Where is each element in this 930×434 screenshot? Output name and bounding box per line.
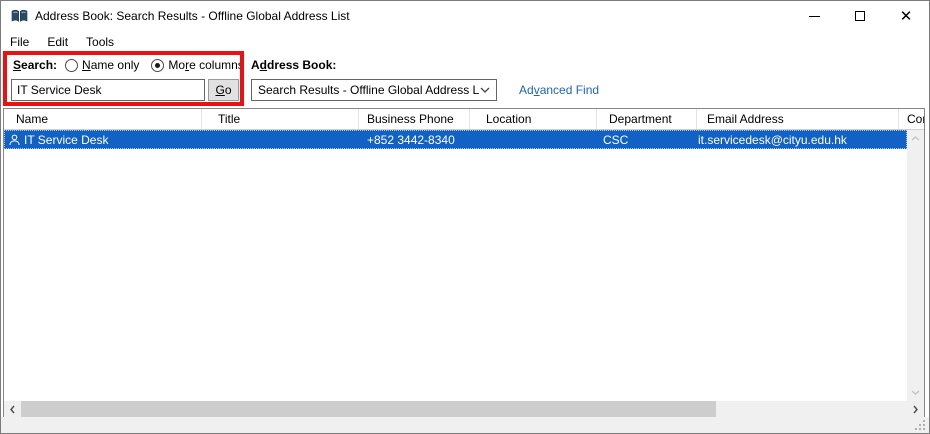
go-button[interactable]: Go <box>208 79 239 101</box>
search-input[interactable] <box>11 79 205 101</box>
row-name-text: IT Service Desk <box>24 133 108 147</box>
column-header-department[interactable]: Department <box>597 109 697 129</box>
chevron-right-icon <box>913 405 918 414</box>
window-controls: ✕ <box>791 1 929 31</box>
address-book-window: Address Book: Search Results - Offline G… <box>0 0 930 434</box>
radio-more-columns-icon <box>151 59 164 72</box>
minimize-icon <box>809 16 820 17</box>
person-icon <box>9 134 20 146</box>
address-book-select[interactable]: Search Results - Offline Global Address … <box>251 79 497 101</box>
scroll-up-button[interactable] <box>907 130 924 147</box>
column-header-name[interactable]: Name <box>4 109 202 129</box>
close-button[interactable]: ✕ <box>883 1 929 31</box>
chevron-down-icon <box>911 390 920 395</box>
row-email-cell: it.servicedesk@cityu.edu.hk <box>697 133 899 147</box>
window-title: Address Book: Search Results - Offline G… <box>35 9 350 23</box>
menubar: File Edit Tools <box>1 31 929 53</box>
table-row[interactable]: IT Service Desk +852 3442-8340 CSC it.se… <box>4 130 907 149</box>
minimize-button[interactable] <box>791 1 837 31</box>
horizontal-scrollbar-thumb[interactable] <box>21 401 716 418</box>
radio-more-columns-label: More columns <box>168 58 243 72</box>
column-header-email-address[interactable]: Email Address <box>697 109 899 129</box>
row-department-cell: CSC <box>597 133 697 147</box>
row-name-cell: IT Service Desk <box>4 133 202 147</box>
vertical-scrollbar[interactable] <box>907 130 924 401</box>
chevron-down-icon <box>480 87 490 93</box>
menu-edit[interactable]: Edit <box>38 33 77 51</box>
list-header: Name Title Business Phone Location Depar… <box>4 109 924 130</box>
go-button-label: Go <box>215 83 231 97</box>
radio-more-columns[interactable]: More columns <box>151 58 243 72</box>
chevron-up-icon <box>911 136 920 141</box>
column-header-title[interactable]: Title <box>202 109 359 129</box>
radio-name-only-icon <box>65 59 78 72</box>
column-header-location[interactable]: Location <box>470 109 597 129</box>
resize-grip-icon[interactable] <box>914 419 926 431</box>
scroll-down-button[interactable] <box>907 384 924 401</box>
column-header-business-phone[interactable]: Business Phone <box>359 109 470 129</box>
menu-file[interactable]: File <box>1 33 38 51</box>
row-business-phone-cell: +852 3442-8340 <box>359 133 470 147</box>
search-options-row: Search: Name only More columns <box>13 58 244 72</box>
advanced-find-link[interactable]: Advanced Find <box>519 83 599 97</box>
horizontal-scrollbar[interactable] <box>4 401 924 418</box>
address-book-icon <box>11 9 28 23</box>
address-book-selected-value: Search Results - Offline Global Address … <box>258 83 480 97</box>
menu-tools[interactable]: Tools <box>77 33 123 51</box>
titlebar: Address Book: Search Results - Offline G… <box>1 1 929 31</box>
horizontal-scrollbar-track[interactable] <box>716 401 907 418</box>
radio-name-only[interactable]: Name only <box>65 58 139 72</box>
status-strip <box>1 417 929 433</box>
chevron-left-icon <box>10 405 15 414</box>
maximize-icon <box>855 11 865 21</box>
scroll-right-button[interactable] <box>907 401 924 418</box>
column-header-company-truncated[interactable]: Con <box>899 109 924 129</box>
radio-name-only-label: Name only <box>82 58 139 72</box>
scroll-left-button[interactable] <box>4 401 21 418</box>
close-icon: ✕ <box>900 9 913 24</box>
search-label: Search: <box>13 58 57 72</box>
results-list: Name Title Business Phone Location Depar… <box>3 108 925 419</box>
maximize-button[interactable] <box>837 1 883 31</box>
address-book-label: Address Book: <box>251 58 336 72</box>
